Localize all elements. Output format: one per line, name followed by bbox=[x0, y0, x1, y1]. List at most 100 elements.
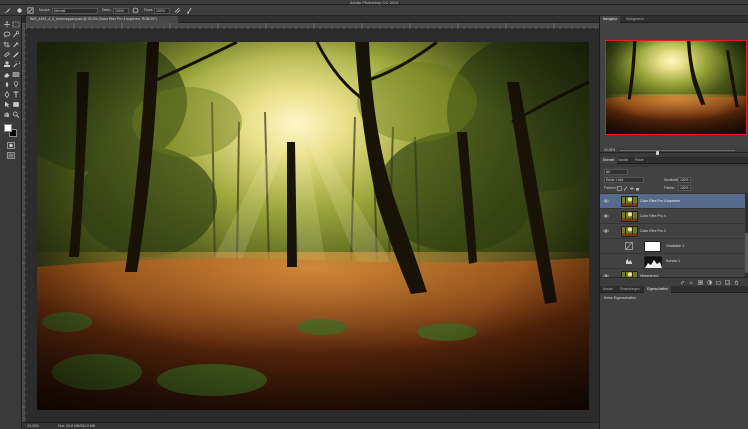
screen-mode-button[interactable] bbox=[7, 152, 15, 159]
move-icon[interactable] bbox=[3, 21, 11, 28]
mode-label: Modus: bbox=[39, 8, 51, 12]
navigator-zoom-slider[interactable] bbox=[620, 149, 735, 155]
layers-footer: fx bbox=[600, 277, 748, 286]
pressure-opacity-icon[interactable] bbox=[132, 7, 139, 14]
lasso-icon[interactable] bbox=[3, 31, 11, 38]
new-layer-icon[interactable] bbox=[725, 280, 730, 285]
visibility-eye-icon[interactable] bbox=[602, 198, 610, 204]
shape-icon[interactable] bbox=[12, 101, 20, 108]
options-bar: Modus: Normal Dekk.: 100% Fluss: 100% bbox=[0, 5, 748, 16]
document-size-readout[interactable]: Dok: 59,8 MB/562,5 MB bbox=[58, 424, 95, 429]
blend-row: Deckr. Licht Deckkraft: 100% bbox=[600, 176, 748, 184]
navigator-view-frame[interactable] bbox=[605, 40, 747, 135]
document-tab[interactable]: IMG_4451_4_5_tonemapped.psd @ 33,3% (Col… bbox=[26, 16, 178, 23]
tab-navigator[interactable]: Navigator bbox=[600, 16, 621, 23]
navigator-tab-bar: Navigator Histogramm bbox=[600, 16, 748, 23]
navigator-zoom-knob[interactable] bbox=[656, 150, 660, 155]
properties-panel: Keine Eigenschaften bbox=[600, 293, 748, 429]
layer-name: Color Efex Pro 4 bbox=[640, 229, 666, 233]
crop-icon[interactable] bbox=[3, 41, 11, 48]
visibility-toggle[interactable] bbox=[603, 243, 609, 249]
adjustment-layer-icon[interactable] bbox=[707, 280, 712, 285]
layer-opacity-field[interactable]: 100% bbox=[678, 177, 691, 183]
layer-thumbnail[interactable] bbox=[621, 195, 638, 207]
tools-panel bbox=[0, 16, 22, 429]
visibility-eye-icon[interactable] bbox=[602, 213, 610, 219]
layer-row[interactable]: Kurven 1 bbox=[600, 253, 748, 268]
layer-mask-thumbnail[interactable] bbox=[644, 255, 662, 268]
zoom-icon[interactable] bbox=[12, 111, 20, 118]
canvas-area[interactable] bbox=[26, 29, 599, 422]
link-layers-icon[interactable] bbox=[680, 280, 685, 285]
layer-row[interactable]: Color Efex Pro 4 bbox=[600, 223, 748, 238]
navigator-zoom-value[interactable]: 33,33% bbox=[604, 148, 615, 153]
curves-adjustment-icon[interactable] bbox=[625, 242, 633, 250]
status-bar: 33,33% Dok: 59,8 MB/562,5 MB bbox=[22, 422, 599, 429]
navigator-zoom-bar: 33,33% bbox=[600, 147, 748, 155]
zoom-readout[interactable]: 33,33% bbox=[27, 424, 39, 429]
quick-select-icon[interactable] bbox=[12, 31, 20, 38]
mode-select[interactable]: Normal bbox=[52, 7, 98, 14]
eyedropper-icon[interactable] bbox=[12, 41, 20, 48]
tab-paragraph[interactable]: Absatz bbox=[600, 286, 616, 293]
brush-icon[interactable] bbox=[12, 51, 20, 58]
marquee-icon[interactable] bbox=[12, 21, 20, 28]
dodge-icon[interactable] bbox=[12, 81, 20, 88]
brush-panel-toggle-icon[interactable] bbox=[27, 7, 34, 14]
document-tab-bar: IMG_4451_4_5_tonemapped.psd @ 33,3% (Col… bbox=[26, 16, 599, 23]
healing-brush-icon[interactable] bbox=[3, 51, 11, 58]
eraser-icon[interactable] bbox=[3, 71, 11, 78]
layer-fill-field[interactable]: 100% bbox=[678, 185, 691, 191]
layer-filter-select[interactable]: Art bbox=[604, 169, 628, 175]
layer-name: Kurven 1 bbox=[666, 259, 681, 263]
visibility-eye-icon[interactable] bbox=[602, 228, 610, 234]
foreground-color-swatch[interactable] bbox=[4, 124, 12, 132]
brush-preset-icon[interactable] bbox=[4, 7, 11, 14]
levels-adjustment-icon[interactable] bbox=[625, 257, 633, 265]
clone-stamp-icon[interactable] bbox=[3, 61, 11, 68]
trash-icon[interactable] bbox=[734, 280, 739, 285]
layer-row[interactable]: Gradation 1 bbox=[600, 238, 748, 253]
layer-row[interactable]: Color Efex Pro 4 kopieren bbox=[600, 193, 748, 208]
path-select-icon[interactable] bbox=[3, 101, 11, 108]
layer-name: Color Efex Pro 4 bbox=[640, 214, 666, 218]
layer-thumbnail[interactable] bbox=[621, 225, 638, 237]
tab-paths[interactable]: Pfade bbox=[632, 157, 647, 164]
airbrush-icon[interactable] bbox=[174, 7, 181, 14]
gradient-icon[interactable] bbox=[12, 71, 20, 78]
layer-mask-thumbnail[interactable] bbox=[644, 240, 661, 252]
brush-opacity-field[interactable]: 100% bbox=[113, 7, 129, 14]
history-brush-icon[interactable] bbox=[12, 61, 20, 68]
brush-size-icon[interactable] bbox=[16, 7, 23, 14]
svg-text:fx: fx bbox=[689, 280, 693, 285]
hand-icon[interactable] bbox=[3, 111, 11, 118]
tab-histogram[interactable]: Histogramm bbox=[623, 16, 647, 23]
pressure-size-icon[interactable] bbox=[186, 7, 193, 14]
brush-flow-field[interactable]: 100% bbox=[154, 7, 170, 14]
visibility-toggle[interactable] bbox=[603, 258, 609, 264]
properties-message: Keine Eigenschaften bbox=[604, 296, 637, 300]
document-canvas-image[interactable] bbox=[37, 42, 589, 410]
lock-label: Fixieren: bbox=[604, 185, 617, 190]
lock-icons[interactable] bbox=[617, 186, 639, 191]
new-group-icon[interactable] bbox=[716, 280, 721, 285]
pen-icon[interactable] bbox=[3, 91, 11, 98]
fill-label: Fläche: bbox=[664, 185, 675, 190]
opacity-label: Deckkraft: bbox=[664, 177, 679, 182]
layer-style-icon[interactable]: fx bbox=[689, 280, 694, 285]
add-mask-icon[interactable] bbox=[698, 280, 703, 285]
layer-filter-row: Art bbox=[600, 168, 748, 176]
layers-panel: Art Deckr. Licht Deckkraft: 100% Fixiere… bbox=[600, 167, 748, 286]
blur-icon[interactable] bbox=[3, 81, 11, 88]
tab-channels[interactable]: Kanäle bbox=[615, 157, 631, 164]
layer-name: Gradation 1 bbox=[666, 244, 685, 248]
type-icon[interactable] bbox=[12, 91, 20, 98]
blend-mode-select[interactable]: Deckr. Licht bbox=[604, 177, 644, 183]
layer-thumbnail[interactable] bbox=[621, 210, 638, 222]
lock-row: Fixieren: Fläche: 100% bbox=[600, 184, 748, 192]
quick-mask-button[interactable] bbox=[7, 142, 15, 149]
tab-properties[interactable]: Eigenschaften bbox=[644, 286, 671, 293]
layer-row[interactable]: Color Efex Pro 4 bbox=[600, 208, 748, 223]
tab-adjustments[interactable]: Einstellungen bbox=[617, 286, 643, 293]
layer-name: Color Efex Pro 4 kopieren bbox=[640, 199, 681, 203]
